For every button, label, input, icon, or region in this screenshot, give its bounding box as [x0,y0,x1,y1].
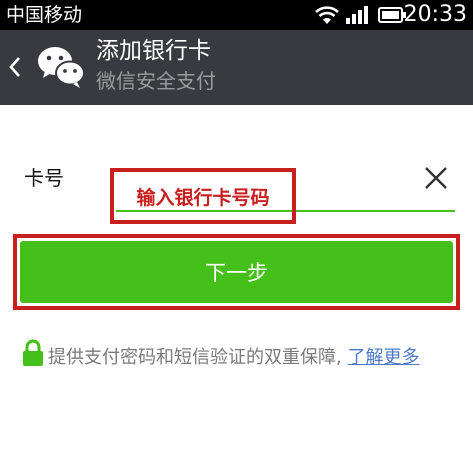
wifi-icon [314,5,340,29]
card-number-field [110,168,400,216]
back-icon[interactable] [8,56,22,82]
status-bar: 中国移动 20:33 [0,0,473,30]
learn-more-link[interactable]: 了解更多 [347,347,419,368]
wechat-logo-icon [37,44,85,92]
status-time: 20:33 [403,2,467,27]
battery-icon [378,7,406,27]
clear-icon[interactable] [424,166,448,194]
security-note-text: 提供支付密码和短信验证的双重保障, [48,347,348,368]
lock-icon [22,339,44,371]
title-bar: 添加银行卡 微信安全支付 [0,30,473,105]
card-number-input[interactable] [110,168,400,216]
security-note: 提供支付密码和短信验证的双重保障, 了解更多 [48,343,448,372]
signal-icon [346,6,368,28]
carrier-name: 中国移动 [6,4,83,26]
page-title: 添加银行卡 [96,38,211,64]
card-input-underline [116,210,455,212]
next-step-button[interactable]: 下一步 [20,241,453,303]
card-number-label: 卡号 [24,166,64,190]
page-subtitle: 微信安全支付 [96,69,216,93]
